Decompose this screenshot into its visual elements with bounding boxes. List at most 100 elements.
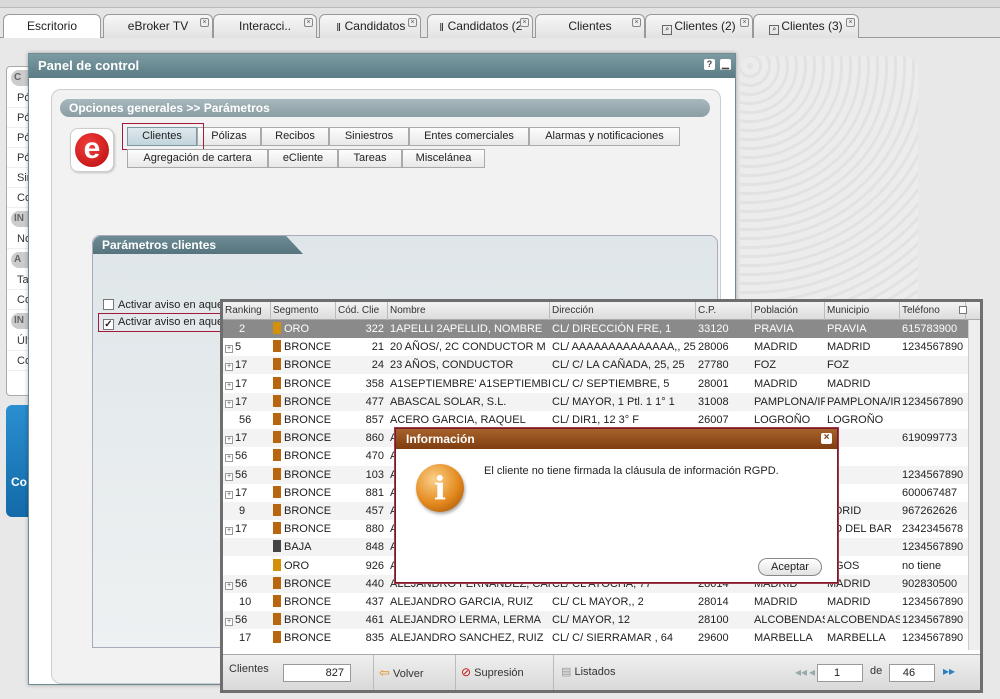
column-header[interactable]: Dirección <box>550 302 696 320</box>
table-row[interactable]: +17 BRONCE 477 ABASCAL SOLAR, S.L. CL/ MAYOR… <box>223 392 968 411</box>
column-header[interactable]: Segmento <box>271 302 336 320</box>
expand-icon[interactable]: + <box>225 436 233 445</box>
sidebar-header[interactable]: A <box>11 252 29 268</box>
tab-siniestros[interactable]: Siniestros <box>329 127 409 146</box>
cell-pob: ALCOBENDAS <box>754 614 825 627</box>
dialog-message: El cliente no tiene firmada la cláusula … <box>484 465 779 477</box>
help-icon[interactable]: ? <box>704 59 715 70</box>
ebroker-logo-letter: e <box>75 133 109 167</box>
expand-icon[interactable]: + <box>225 399 233 408</box>
tab-close-icon[interactable]: × <box>740 18 749 27</box>
accept-button[interactable]: Aceptar <box>758 558 822 576</box>
cell-mun: PRAVIA <box>827 323 867 335</box>
close-icon[interactable]: × <box>821 433 832 444</box>
sidebar-item[interactable]: Pó <box>7 108 29 128</box>
table-row[interactable]: 10 BRONCE 437 ALEJANDRO GARCIA, RUIZ CL/ CL … <box>223 593 968 611</box>
grid-scrollbar[interactable] <box>968 320 980 650</box>
side-app-logo[interactable]: Co <box>6 405 30 517</box>
segment-color-swatch <box>273 413 281 425</box>
column-header[interactable]: Cód. Clie <box>336 302 388 320</box>
expand-icon[interactable]: + <box>225 454 233 463</box>
tab-7[interactable]: ⌕ Clientes (3) × <box>753 14 859 38</box>
cell-ranking: +17 <box>223 375 271 393</box>
tab-close-icon[interactable]: × <box>520 18 529 27</box>
table-row[interactable]: 56 BRONCE 857 ACERO GARCIA, RAQUEL CL/ DIR1,… <box>223 411 968 429</box>
column-menu-icon[interactable] <box>959 306 967 314</box>
tab-3[interactable]: ‖ Candidatos × <box>319 14 421 38</box>
clientes-count-label: Clientes <box>229 663 269 675</box>
table-row[interactable]: +56 BRONCE 461 ALEJANDRO LERMA, LERMA CL/ MA… <box>223 611 968 630</box>
sidebar-header[interactable]: C <box>11 70 29 86</box>
sidebar-item[interactable]: Ta <box>7 270 29 290</box>
table-row[interactable]: 17 BRONCE 835 ALEJANDRO SANCHEZ, RUIZ CL/ C/… <box>223 629 968 647</box>
expand-icon[interactable]: + <box>225 527 233 536</box>
cell-segment-value: ORO <box>284 559 310 572</box>
tab-entes-comerciales[interactable]: Entes comerciales <box>409 127 529 146</box>
column-header[interactable]: Municipio <box>825 302 900 320</box>
checkbox-info-previa[interactable] <box>103 299 114 310</box>
tab-ecliente[interactable]: eCliente <box>268 149 338 168</box>
expand-icon[interactable]: + <box>225 363 233 372</box>
column-header[interactable]: C.P. <box>696 302 752 320</box>
sidebar-item[interactable]: Co <box>7 290 29 310</box>
tab-5[interactable]: Clientes × <box>535 14 645 38</box>
table-row[interactable]: 2 ORO 322 1APELLI 2APELLID, NOMBRE CL/ DIREC… <box>223 320 968 338</box>
segment-color-swatch <box>273 595 281 607</box>
table-row[interactable]: +5 BRONCE 21 20 AÑOS/, 2C CONDUCTOR M CL/ AA… <box>223 338 968 356</box>
sidebar-item[interactable]: No <box>7 229 29 249</box>
sidebar-item[interactable]: Sin <box>7 168 29 188</box>
tab-close-icon[interactable]: × <box>632 18 641 27</box>
sidebar-header[interactable]: IN <box>11 313 29 329</box>
volver-button[interactable]: ⇦ Volver <box>379 665 424 681</box>
sidebar-item[interactable]: Pó <box>7 148 29 168</box>
column-header[interactable]: Nombre <box>388 302 550 320</box>
tab-6[interactable]: ⌕ Clientes (2) × <box>645 14 753 38</box>
tab-close-icon[interactable]: × <box>846 18 855 27</box>
cell-segment: BRONCE <box>271 611 336 629</box>
listados-button[interactable]: ▤ Listados <box>561 665 615 678</box>
cell-segment: BRONCE <box>271 375 336 393</box>
cell-cp: 26007 <box>698 414 729 426</box>
table-row[interactable]: +17 BRONCE 358 A1SEPTIEMBRE' A1SEPTIEMBRE, … <box>223 375 968 393</box>
cell-pob: PRAVIA <box>754 323 794 335</box>
expand-icon[interactable]: + <box>225 381 233 390</box>
expand-icon[interactable]: + <box>225 618 233 627</box>
prev-page-icon[interactable]: ◂ <box>809 665 815 679</box>
expand-icon[interactable]: + <box>225 345 233 354</box>
tab-0[interactable]: Escritorio <box>3 14 101 39</box>
tab-close-icon[interactable]: × <box>408 18 417 27</box>
column-header[interactable]: Ranking <box>223 302 271 320</box>
expand-icon[interactable]: + <box>225 581 233 590</box>
page-input[interactable]: 1 <box>817 664 863 682</box>
cell-pob: MADRID <box>754 377 798 390</box>
next-page-icon[interactable]: ▸▸ <box>943 664 955 678</box>
table-row[interactable]: +17 BRONCE 24 23 AÑOS, CONDUCTOR CL/ C/ LA C… <box>223 356 968 375</box>
tab-polizas[interactable]: Pólizas <box>197 127 261 146</box>
column-header[interactable]: Población <box>752 302 825 320</box>
sidebar-header[interactable]: IN <box>11 211 29 227</box>
column-header[interactable]: Teléfono <box>900 302 966 320</box>
supresion-button[interactable]: ⊘ Supresión <box>461 665 524 679</box>
sidebar-item[interactable]: Últ <box>7 331 29 351</box>
tab-tareas[interactable]: Tareas <box>338 149 402 168</box>
expand-icon[interactable]: + <box>225 472 233 481</box>
sidebar-item[interactable]: Pó <box>7 128 29 148</box>
cell-ranking: +17 <box>223 429 271 447</box>
tab-close-icon[interactable]: × <box>304 18 313 27</box>
sidebar-item[interactable]: Co <box>7 351 29 371</box>
tab-close-icon[interactable]: × <box>200 18 209 27</box>
tab-alarmas[interactable]: Alarmas y notificaciones <box>529 127 680 146</box>
first-page-icon[interactable]: ◂◂ <box>795 665 807 679</box>
supresion-label: Supresión <box>474 667 524 679</box>
cell-name: A1SEPTIEMBRE' A1SEPTIEMBRE, N <box>390 377 550 390</box>
tab-recibos[interactable]: Recibos <box>261 127 329 146</box>
minimize-icon[interactable]: ▁ <box>720 59 731 70</box>
tab-agregacion-cartera[interactable]: Agregación de cartera <box>127 149 268 168</box>
sidebar-item[interactable]: Co <box>7 188 29 208</box>
sidebar-item[interactable]: Pó <box>7 88 29 108</box>
tab-1[interactable]: eBroker TV × <box>103 14 213 38</box>
tab-2[interactable]: Interacci.. × <box>213 14 317 38</box>
tab-4[interactable]: ‖ Candidatos (2 × <box>427 14 533 38</box>
tab-miscelanea[interactable]: Miscelánea <box>402 149 485 168</box>
expand-icon[interactable]: + <box>225 490 233 499</box>
